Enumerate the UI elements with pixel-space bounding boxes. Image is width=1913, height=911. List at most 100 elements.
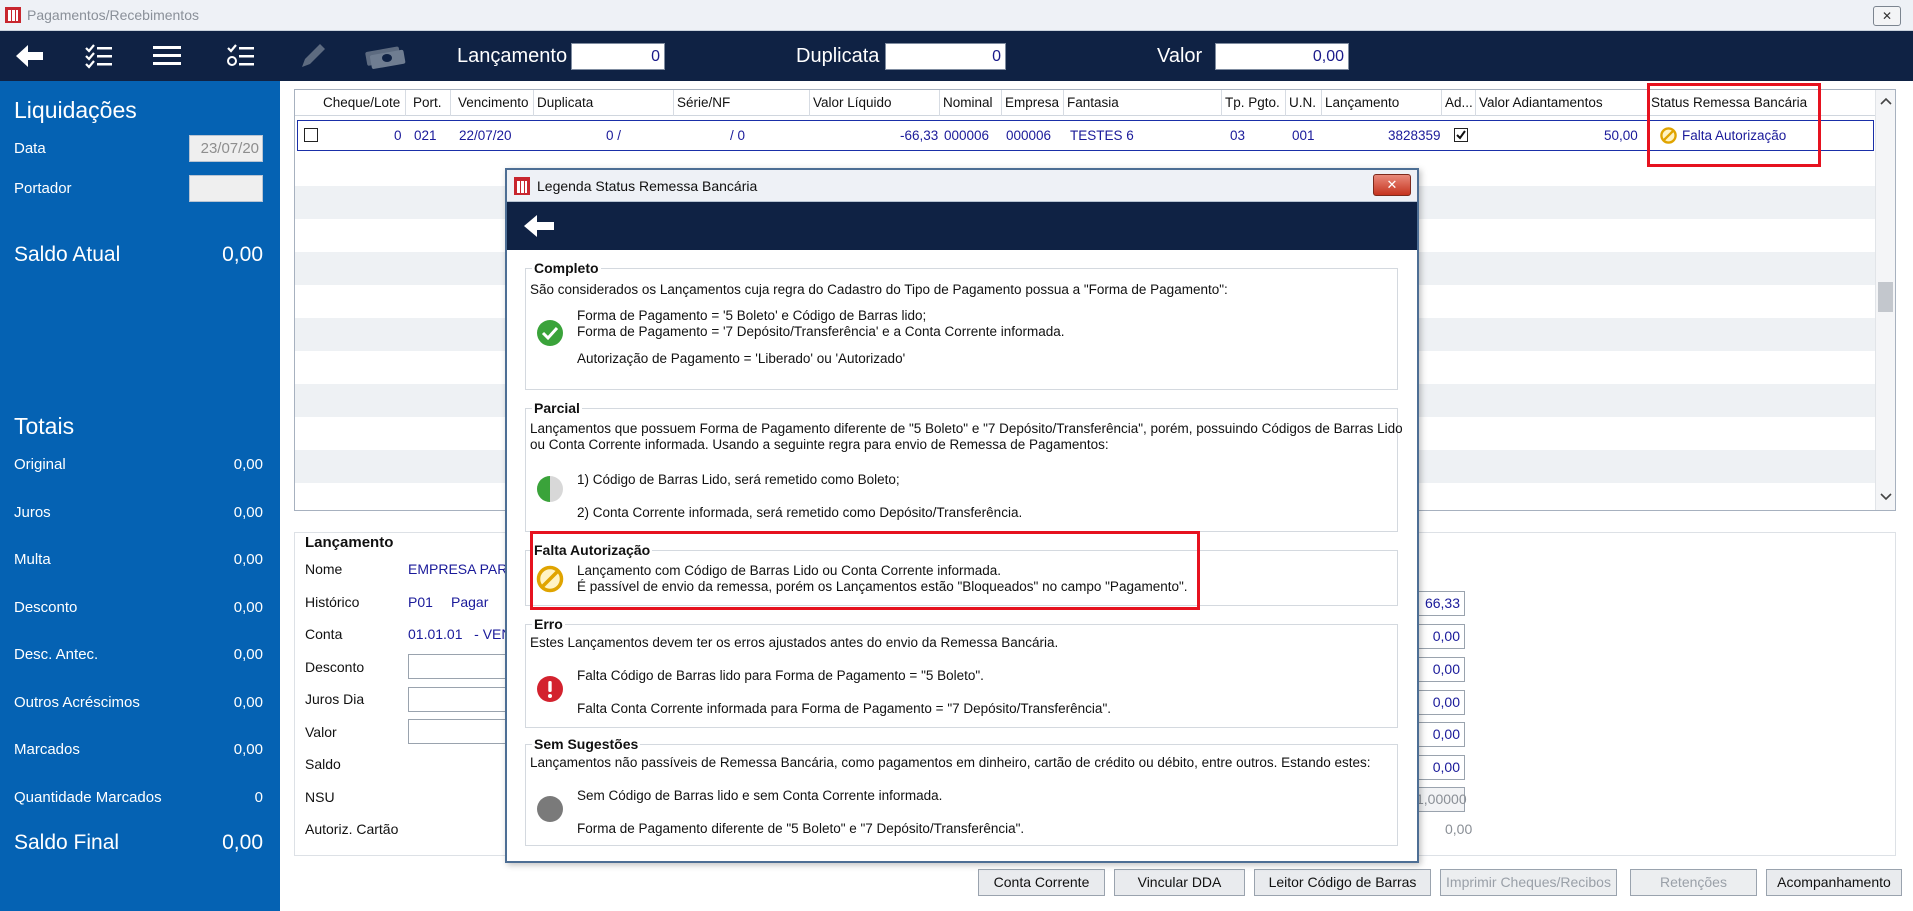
col-nominal[interactable]: Nominal	[943, 95, 993, 110]
totais-desc-antec-label: Desc. Antec.	[14, 646, 99, 663]
legend-sem-line: Forma de Pagamento diferente de "5 Bolet…	[577, 821, 1025, 836]
cell-lancamento: 3828359	[1388, 128, 1441, 143]
col-empresa[interactable]: Empresa	[1005, 95, 1059, 110]
col-un[interactable]: U.N.	[1289, 95, 1316, 110]
app-logo-icon	[5, 7, 21, 23]
totais-desc-antec-value: 0,00	[233, 646, 263, 663]
legend-parcial-intro: Lançamentos que possuem Forma de Pagamen…	[530, 421, 1403, 436]
checklist-icon[interactable]	[82, 41, 116, 71]
legend-parcial-intro: ou Conta Corrente informada. Usando a se…	[530, 437, 1109, 452]
desconto-input[interactable]	[408, 654, 508, 679]
table-row[interactable]: 0 021 22/07/20 0 / / 0 -66,33 000006 000…	[297, 120, 1874, 151]
back-arrow-icon[interactable]	[521, 212, 557, 240]
acompanhamento-button[interactable]: Acompanhamento	[1766, 869, 1902, 896]
autoriz-cartao-label: Autoriz. Cartão	[305, 821, 399, 837]
col-serie-nf[interactable]: Série/NF	[677, 95, 730, 110]
money-icon[interactable]	[360, 41, 408, 71]
row-select-checkbox[interactable]	[304, 128, 318, 142]
totais-original-label: Original	[14, 456, 66, 473]
valor-field-input[interactable]	[408, 719, 508, 744]
legend-sem-intro: Lançamentos não passíveis de Remessa Ban…	[530, 755, 1371, 770]
right-value-field[interactable]: 66,33	[1415, 591, 1465, 616]
legend-parcial-line: 2) Conta Corrente informada, será remeti…	[577, 505, 1023, 520]
cell-fantasia: TESTES 6	[1070, 128, 1134, 143]
col-port[interactable]: Port.	[413, 95, 442, 110]
lancamento-section-title: Lançamento	[305, 534, 394, 551]
col-fantasia[interactable]: Fantasia	[1067, 95, 1119, 110]
totais-multa-label: Multa	[14, 551, 51, 568]
right-value-field[interactable]: 0,00	[1415, 690, 1465, 715]
pencil-icon[interactable]	[296, 41, 330, 71]
cell-un: 001	[1292, 128, 1315, 143]
totais-juros-label: Juros	[14, 504, 51, 521]
right-value-field[interactable]: 0,00	[1415, 722, 1465, 747]
saldo-atual-label: Saldo Atual	[14, 243, 121, 266]
col-ad[interactable]: Ad...	[1445, 95, 1473, 110]
col-tp-pgto[interactable]: Tp. Pgto.	[1225, 95, 1280, 110]
totais-heading: Totais	[14, 413, 75, 439]
valor-label: Valor	[1157, 45, 1203, 67]
cell-valor-adiant: 50,00	[1604, 128, 1638, 143]
totais-qtd-marcados-value: 0	[254, 789, 263, 806]
totais-qtd-marcados-label: Quantidade Marcados	[14, 789, 162, 806]
nome-label: Nome	[305, 561, 343, 577]
leitor-codigo-barras-button[interactable]: Leitor Código de Barras	[1254, 869, 1431, 896]
duplicata-input[interactable]: 0	[885, 43, 1006, 70]
lancamento-input[interactable]: 0	[571, 43, 665, 70]
conta-corrente-button[interactable]: Conta Corrente	[978, 869, 1105, 896]
chevron-down-icon[interactable]	[1880, 492, 1892, 502]
dialog-close-button[interactable]: ✕	[1373, 174, 1411, 196]
col-duplicata[interactable]: Duplicata	[537, 95, 593, 110]
right-value-field: 1,00000	[1415, 787, 1467, 812]
historico-value: Pagar	[451, 594, 489, 610]
cell-port: 021	[414, 128, 437, 143]
grid-vertical-scrollbar[interactable]	[1875, 90, 1895, 510]
window-close-button[interactable]: ✕	[1873, 6, 1901, 26]
desconto-label: Desconto	[305, 659, 365, 675]
col-valor-liquido[interactable]: Valor Líquido	[813, 95, 892, 110]
dialog-toolbar	[507, 202, 1417, 250]
saldo-final-label: Saldo Final	[14, 831, 120, 854]
portador-label: Portador	[14, 180, 72, 197]
totais-desconto-value: 0,00	[233, 599, 263, 616]
valor-input[interactable]: 0,00	[1215, 43, 1349, 70]
list-settings-icon[interactable]	[224, 41, 258, 71]
chevron-up-icon[interactable]	[1880, 96, 1892, 106]
legend-sem-title: Sem Sugestões	[532, 736, 641, 752]
col-cheque-lote[interactable]: Cheque/Lote	[323, 95, 400, 110]
duplicata-label: Duplicata	[796, 45, 880, 67]
legend-parcial: Parcial Lançamentos que possuem Forma de…	[525, 400, 1403, 532]
vincular-dda-button[interactable]: Vincular DDA	[1114, 869, 1245, 896]
legend-erro-line: Falta Conta Corrente informada para Form…	[577, 701, 1111, 716]
portador-field[interactable]	[189, 175, 263, 202]
data-field[interactable]: 23/07/20	[189, 135, 263, 162]
col-lancamento[interactable]: Lançamento	[1325, 95, 1399, 110]
back-arrow-icon[interactable]	[12, 41, 46, 71]
imprimir-cheques-button[interactable]: Imprimir Cheques/Recibos	[1440, 869, 1617, 896]
falta-autorizacao-highlight	[530, 531, 1200, 610]
totais-multa-value: 0,00	[233, 551, 263, 568]
right-value-field[interactable]: 0,00	[1415, 624, 1465, 649]
totais-desconto-label: Desconto	[14, 599, 78, 616]
historico-label: Histórico	[305, 594, 360, 610]
scrollbar-thumb[interactable]	[1878, 282, 1893, 312]
left-summary-panel: Liquidações Data 23/07/20 Portador Saldo…	[0, 81, 280, 911]
col-vencimento[interactable]: Vencimento	[458, 95, 529, 110]
dialog-titlebar: Legenda Status Remessa Bancária ✕	[507, 170, 1417, 202]
legend-completo-line: Forma de Pagamento = '7 Depósito/Transfe…	[577, 324, 1065, 339]
retencoes-button[interactable]: Retenções	[1630, 869, 1757, 896]
juros-dia-input[interactable]	[408, 687, 508, 712]
legend-erro: Erro Estes Lançamentos devem ter os erro…	[525, 616, 1398, 728]
juros-dia-label: Juros Dia	[305, 691, 365, 707]
liquidacoes-heading: Liquidações	[14, 97, 137, 123]
right-value-field[interactable]: 0,00	[1415, 755, 1465, 780]
cell-empresa: 000006	[1006, 128, 1052, 143]
dialog-title: Legenda Status Remessa Bancária	[537, 178, 758, 194]
col-valor-adiantamentos[interactable]: Valor Adiantamentos	[1479, 95, 1603, 110]
historico-code: P01	[408, 594, 433, 610]
right-value-field[interactable]: 0,00	[1415, 657, 1465, 682]
adiantamento-checkbox[interactable]	[1454, 128, 1468, 142]
menu-icon[interactable]	[150, 41, 184, 71]
conta-value: 01.01.01 - VEN	[408, 626, 512, 642]
saldo-label: Saldo	[305, 756, 341, 772]
